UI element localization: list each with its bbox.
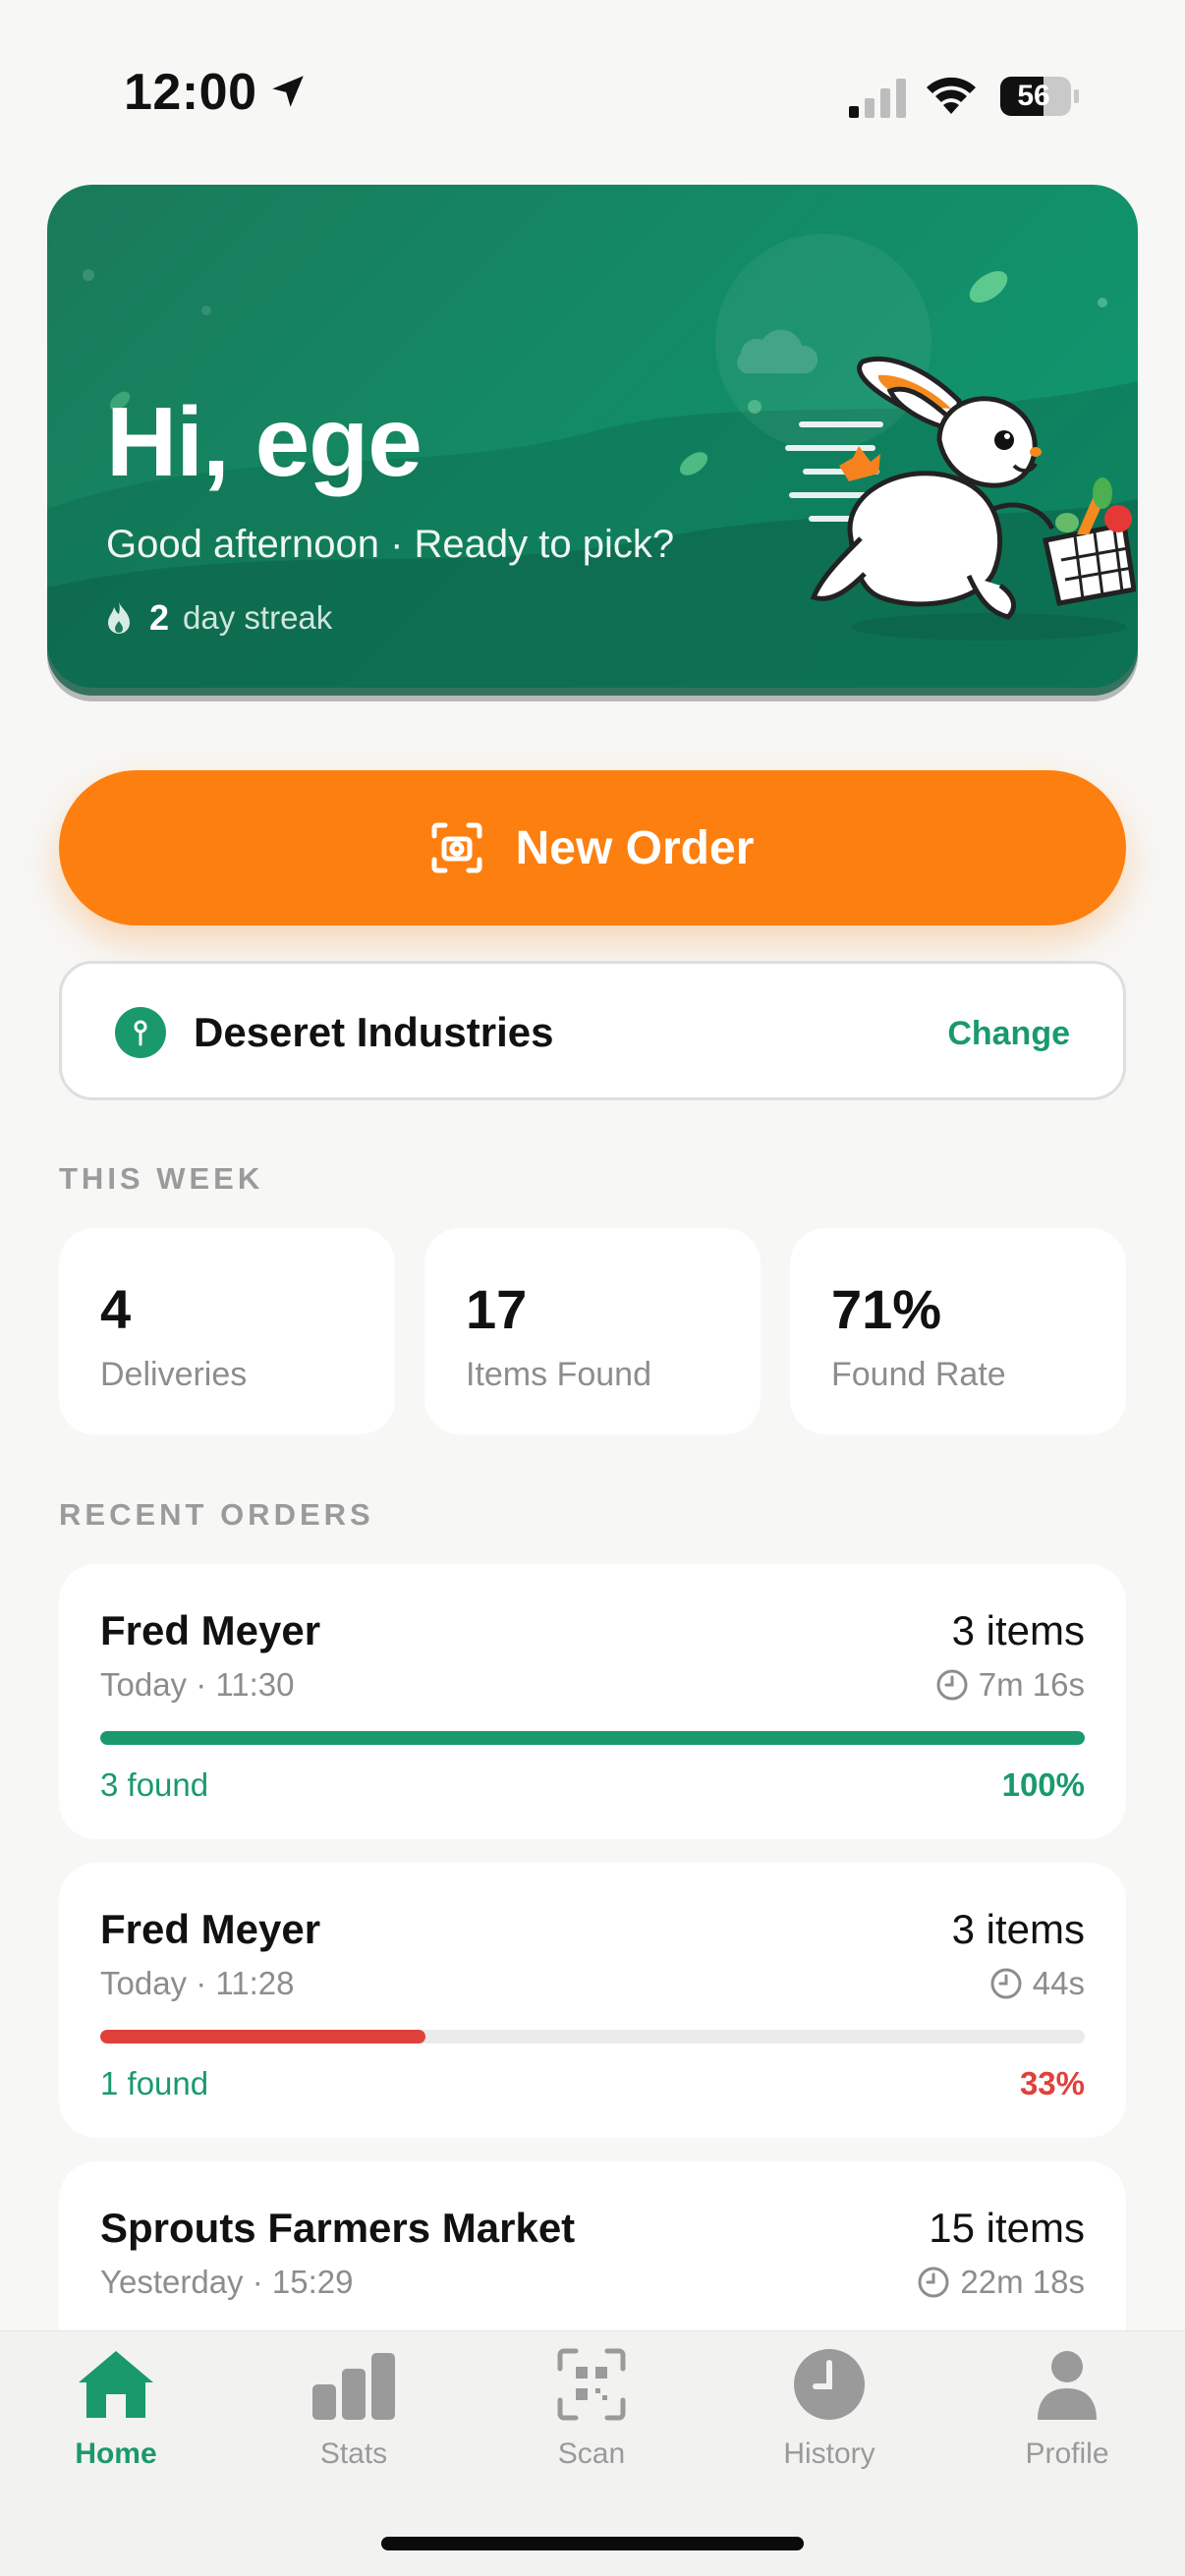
order-timestamp: Yesterday · 15:29	[100, 2264, 354, 2300]
signal-icon	[849, 79, 906, 118]
this-week-heading: THIS WEEK	[59, 1161, 264, 1196]
order-duration: 44s	[989, 1965, 1085, 2002]
tab-profile[interactable]: Profile	[969, 2345, 1165, 2492]
streak-count: 2	[149, 597, 170, 638]
stat-value: 17	[466, 1278, 528, 1340]
location-pin-icon	[115, 1007, 166, 1058]
wifi-icon	[927, 77, 976, 114]
greeting-title: Hi, ege	[106, 387, 423, 497]
home-indicator	[381, 2537, 804, 2550]
person-icon	[1038, 2351, 1097, 2420]
order-timestamp: Today · 11:30	[100, 1666, 295, 1703]
order-found-percent: 33%	[1019, 2065, 1085, 2101]
stat-card-items-found: 17 Items Found	[424, 1228, 761, 1434]
bunny-mascot-illustration	[785, 356, 1136, 641]
order-duration-text: 22m 18s	[960, 2264, 1085, 2300]
selected-store-name: Deseret Industries	[194, 1009, 554, 1055]
order-card[interactable]: Fred Meyer 3 items Today · 11:30 7m 16s …	[59, 1564, 1126, 1839]
stat-label: Found Rate	[831, 1356, 1006, 1393]
streak-label: day streak	[183, 599, 333, 636]
bar-chart-icon	[312, 2353, 395, 2420]
order-card[interactable]: Fred Meyer 3 items Today · 11:28 44s 1 f…	[59, 1863, 1126, 2138]
order-duration-text: 44s	[1032, 1965, 1085, 2001]
tab-label: Stats	[319, 2437, 388, 2470]
clock-icon	[990, 1968, 1022, 1999]
recent-orders-heading: RECENT ORDERS	[59, 1497, 374, 1532]
flame-icon	[108, 602, 130, 634]
order-store-name: Fred Meyer	[100, 1906, 321, 1952]
order-found-count: 1 found	[100, 2065, 209, 2101]
order-item-count: 3 items	[951, 1607, 1085, 1653]
order-duration: 22m 18s	[917, 2264, 1085, 2301]
order-item-count: 3 items	[951, 1906, 1085, 1952]
tab-label: Home	[75, 2437, 157, 2470]
clock-icon	[794, 2349, 865, 2420]
streak-indicator: 2 day streak	[106, 597, 332, 639]
tab-label: Scan	[557, 2437, 626, 2470]
stat-label: Items Found	[466, 1356, 651, 1393]
tab-label: Profile	[1025, 2437, 1109, 2470]
stat-card-deliveries: 4 Deliveries	[59, 1228, 395, 1434]
clock-icon	[936, 1669, 968, 1701]
order-store-name: Fred Meyer	[100, 1607, 321, 1653]
order-timestamp: Today · 11:28	[100, 1965, 295, 2001]
order-found-count: 3 found	[100, 1766, 209, 1803]
greeting-subtitle: Good afternoon · Ready to pick?	[106, 523, 675, 566]
stat-value: 71%	[831, 1278, 942, 1340]
stat-card-found-rate: 71% Found Rate	[790, 1228, 1126, 1434]
tab-scan[interactable]: Scan	[493, 2345, 690, 2492]
clock-icon	[918, 2267, 949, 2298]
order-item-count: 15 items	[929, 2205, 1085, 2251]
stat-label: Deliveries	[100, 1356, 248, 1393]
tab-history[interactable]: History	[731, 2345, 928, 2492]
camera-scan-icon	[431, 822, 482, 873]
battery-level: 56	[1017, 80, 1050, 112]
tab-stats[interactable]: Stats	[255, 2345, 452, 2492]
status-bar: 12:00 56	[0, 0, 1185, 187]
found-progress-bar	[100, 2030, 1085, 2044]
change-store-link[interactable]: Change	[947, 1015, 1070, 1053]
order-duration: 7m 16s	[935, 1666, 1085, 1704]
store-selector-card[interactable]: Deseret Industries Change	[59, 961, 1126, 1100]
found-progress-fill	[100, 1731, 1085, 1745]
new-order-button[interactable]: New Order	[59, 770, 1126, 925]
status-time: 12:00	[124, 64, 257, 121]
order-duration-text: 7m 16s	[978, 1666, 1085, 1703]
found-progress-fill	[100, 2030, 425, 2044]
stat-value: 4	[100, 1278, 132, 1340]
tab-label: History	[783, 2437, 875, 2470]
tab-home[interactable]: Home	[18, 2345, 214, 2492]
home-icon	[79, 2351, 153, 2418]
greeting-hero-card: Hi, ege Good afternoon · Ready to pick? …	[47, 185, 1138, 696]
location-arrow-icon	[272, 76, 304, 107]
qr-scan-icon	[557, 2348, 626, 2421]
found-progress-bar	[100, 1731, 1085, 1745]
order-found-percent: 100%	[1001, 1766, 1085, 1803]
order-store-name: Sprouts Farmers Market	[100, 2205, 576, 2251]
new-order-label: New Order	[515, 821, 755, 874]
